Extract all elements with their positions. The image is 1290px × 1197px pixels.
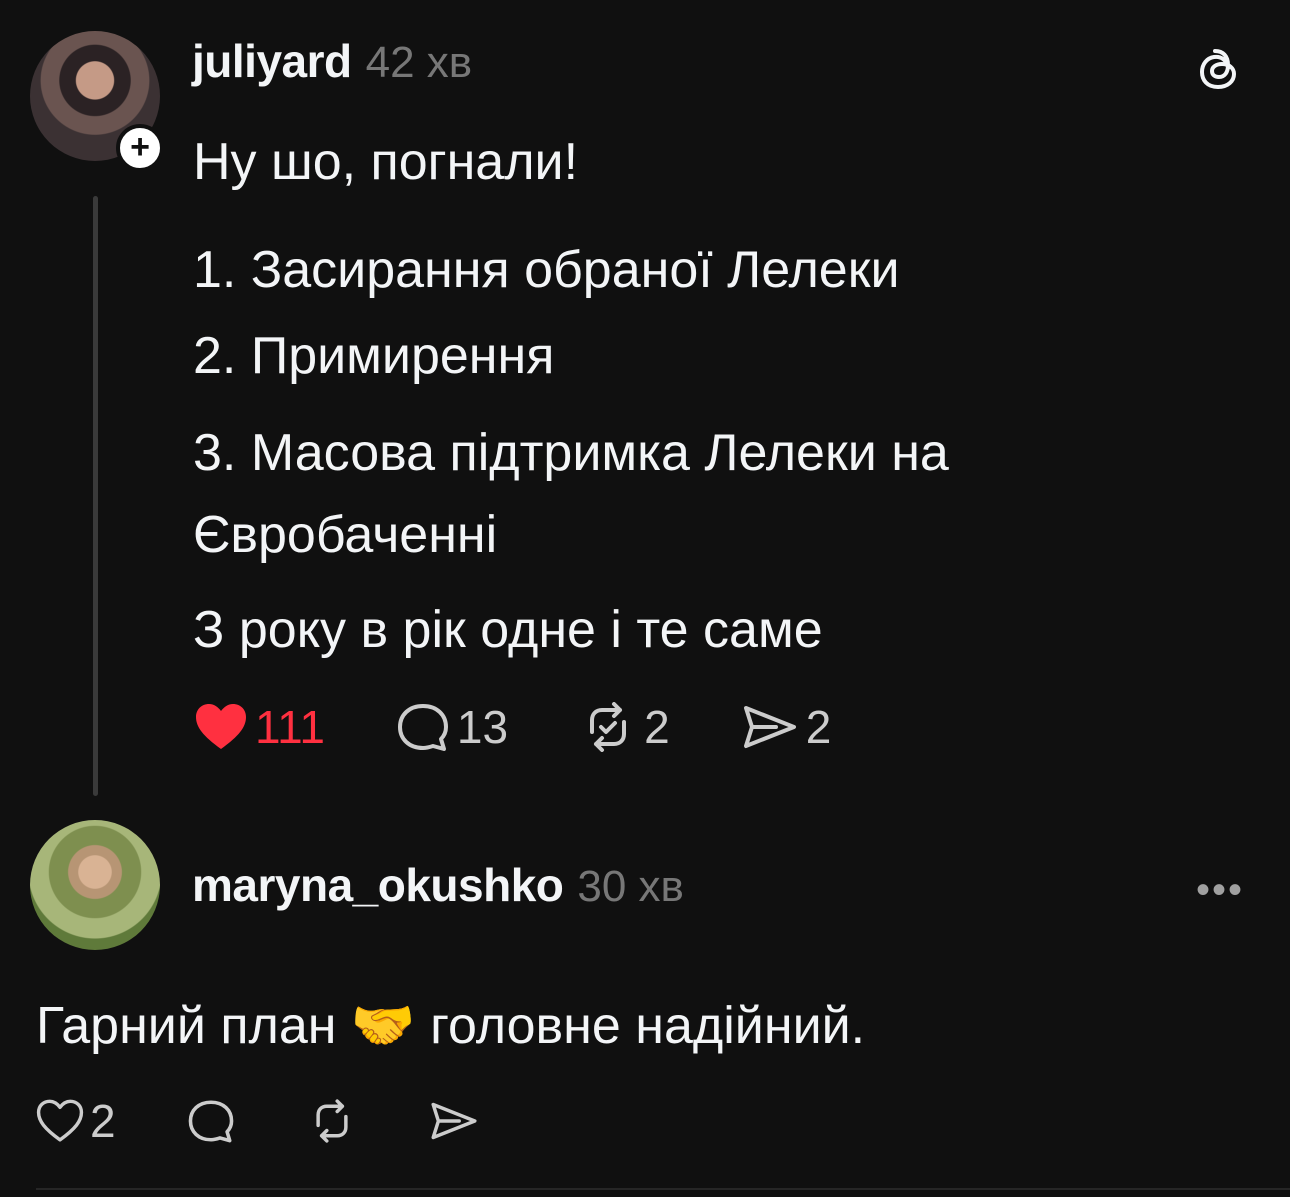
like-count: 111	[255, 701, 325, 753]
reply-actions: 2	[36, 1094, 550, 1148]
threads-logo-icon[interactable]	[1192, 46, 1244, 98]
post-list-item: 2. Примирення	[193, 327, 555, 385]
avatar-maryna-okushko[interactable]	[30, 820, 160, 950]
more-icon[interactable]: •••	[1196, 870, 1244, 910]
reply-like-count: 2	[90, 1095, 116, 1147]
repost-icon	[306, 1098, 358, 1144]
comment-icon	[395, 702, 451, 752]
post-outro-text: З року в рік одне і те саме	[193, 601, 823, 659]
post-header: juliyard 42 хв	[192, 34, 472, 88]
reply-like-button[interactable]: 2	[36, 1094, 116, 1148]
reply-comment-button[interactable]	[186, 1098, 236, 1144]
reply-repost-button[interactable]	[306, 1098, 358, 1144]
post-intro-text: Ну шо, погнали!	[193, 133, 579, 191]
post-actions: 111 13 2 2	[193, 700, 901, 754]
threads-feed: + juliyard 42 хв Ну шо, погнали! 1. Заси…	[0, 0, 1290, 1197]
share-button[interactable]: 2	[740, 700, 832, 754]
repost-count: 2	[644, 701, 670, 753]
post-time: 42 хв	[365, 38, 473, 87]
reply-time: 30 хв	[577, 862, 684, 911]
send-icon	[428, 1098, 480, 1144]
follow-plus-icon[interactable]: +	[116, 124, 164, 172]
heart-icon	[193, 702, 249, 752]
repost-icon	[578, 702, 638, 752]
reply-count: 13	[456, 701, 509, 753]
send-icon	[740, 702, 800, 752]
repost-button[interactable]: 2	[578, 700, 670, 754]
reply-share-button[interactable]	[428, 1098, 480, 1144]
reply-button[interactable]: 13	[395, 700, 508, 754]
post-list-item: 3. Масова підтримка Лелеки на Євробаченн…	[193, 424, 949, 564]
reply-text: Гарний план 🤝 головне надійний.	[36, 997, 866, 1055]
divider	[36, 1188, 1290, 1190]
reply-header: maryna_okushko 30 хв	[192, 858, 684, 912]
reply-username[interactable]: maryna_okushko	[192, 858, 564, 912]
like-button[interactable]: 111	[193, 700, 325, 754]
post-username[interactable]: juliyard	[192, 34, 352, 88]
heart-icon	[36, 1099, 84, 1143]
thread-line	[93, 196, 98, 796]
share-count: 2	[805, 701, 832, 753]
comment-icon	[186, 1098, 236, 1144]
post-list-item: 1. Засирання обраної Лелеки	[193, 241, 900, 299]
